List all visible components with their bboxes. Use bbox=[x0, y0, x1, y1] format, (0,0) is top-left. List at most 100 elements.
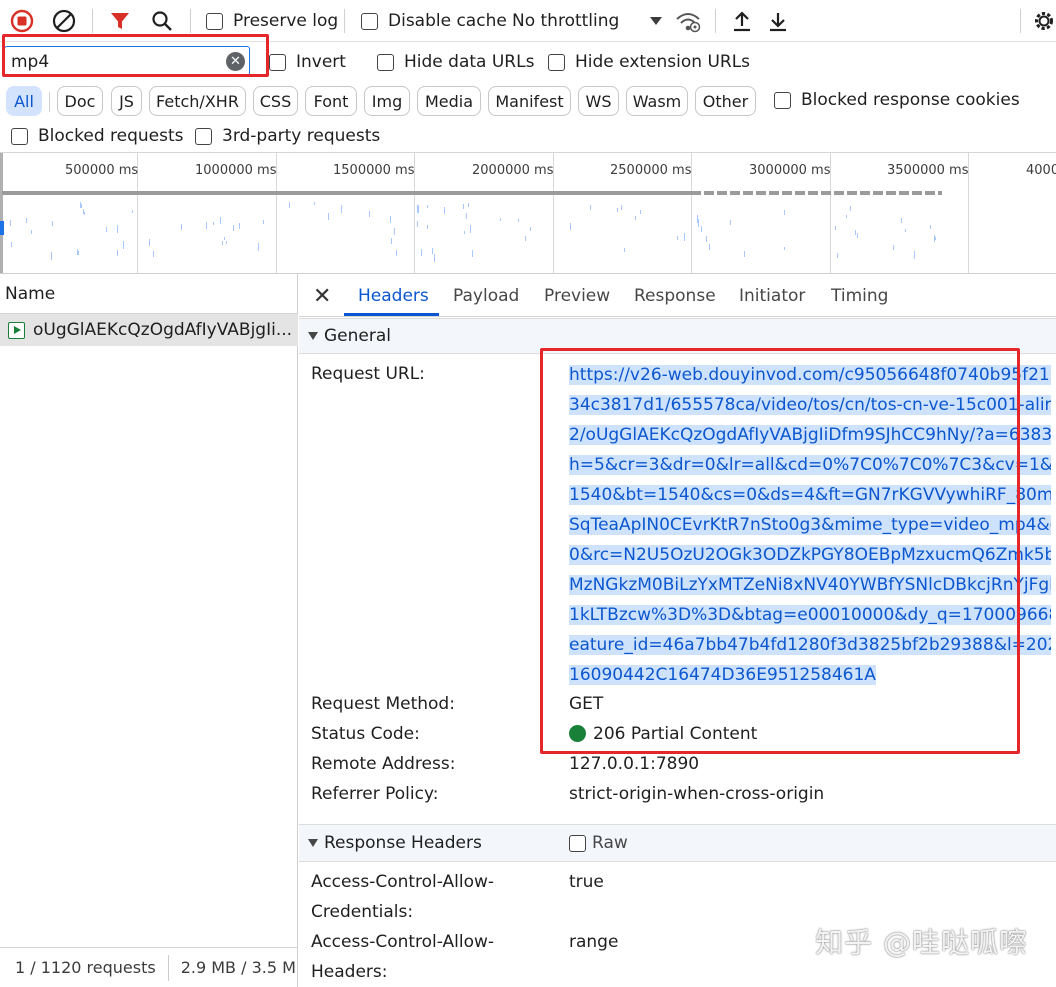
type-filter-doc[interactable]: Doc bbox=[57, 86, 103, 116]
throttling-select[interactable]: No throttling bbox=[512, 11, 663, 31]
timeline-activity-tick bbox=[846, 215, 847, 218]
type-filter-manifest[interactable]: Manifest bbox=[488, 86, 571, 116]
tab-headers[interactable]: Headers bbox=[358, 274, 429, 317]
checkbox-box[interactable] bbox=[206, 12, 223, 30]
timeline-activity-tick bbox=[421, 249, 422, 256]
tab-timing[interactable]: Timing bbox=[831, 274, 888, 317]
tab-response[interactable]: Response bbox=[634, 274, 716, 317]
timeline-start-handle[interactable] bbox=[0, 153, 3, 273]
raw-checkbox[interactable]: Raw bbox=[569, 833, 628, 853]
general-section-header[interactable]: General bbox=[299, 318, 1056, 354]
timeline-tick: 2000000 ms bbox=[472, 163, 554, 178]
checkbox-box[interactable] bbox=[195, 127, 212, 145]
timeline-overview[interactable]: 500000 ms 1000000 ms 1500000 ms 2000000 … bbox=[0, 153, 1056, 274]
timeline-activity-tick bbox=[466, 213, 467, 219]
url-line: 1kLTBzcw%3D%3D&btag=e00010000&dy_q=17000… bbox=[569, 600, 1051, 630]
watermark: 知乎 @哇哒呱嚓 bbox=[815, 926, 1028, 959]
timeline-activity-tick bbox=[222, 241, 223, 245]
filter-input[interactable]: mp4 ✕ bbox=[4, 46, 250, 76]
tab-initiator[interactable]: Initiator bbox=[739, 274, 805, 317]
timeline-activity-tick bbox=[837, 253, 838, 258]
general-title: General bbox=[324, 326, 391, 346]
request-url-value[interactable]: https://v26-web.douyinvod.com/c95056648f… bbox=[569, 360, 1051, 690]
remote-address-value: 127.0.0.1:7890 bbox=[569, 754, 700, 774]
timeline-activity-tick bbox=[590, 205, 591, 210]
remote-address-label: Remote Address: bbox=[311, 754, 456, 774]
referrer-policy-label: Referrer Policy: bbox=[311, 784, 439, 804]
preserve-log-checkbox[interactable]: Preserve log bbox=[206, 11, 338, 31]
checkbox-box[interactable] bbox=[11, 127, 28, 145]
request-row[interactable]: oUgGlAEKcQzOgdAfIyVABjgIi... bbox=[0, 314, 298, 346]
active-tab-indicator bbox=[344, 313, 439, 316]
details-tabs: ✕ Headers Payload Preview Response Initi… bbox=[299, 274, 1056, 317]
timeline-activity-tick bbox=[220, 217, 221, 224]
timeline-activity-tick bbox=[701, 226, 702, 232]
timeline-activity-tick bbox=[10, 220, 11, 226]
type-filter-js[interactable]: JS bbox=[111, 86, 142, 116]
toolbar-divider bbox=[344, 9, 345, 33]
blocked-requests-checkbox[interactable]: Blocked requests bbox=[11, 126, 184, 146]
timeline-activity-tick bbox=[698, 219, 699, 227]
name-column-header[interactable]: Name bbox=[0, 274, 298, 314]
transfer-size: 2.9 MB / 3.5 M bbox=[180, 958, 296, 977]
checkbox-box[interactable] bbox=[569, 834, 586, 852]
invert-checkbox[interactable]: Invert bbox=[269, 52, 346, 72]
checkbox-box[interactable] bbox=[774, 91, 791, 109]
url-line: 16090442C16474D36E951258461A bbox=[569, 665, 876, 685]
status-ok-icon bbox=[569, 725, 586, 742]
timeline-activity-tick bbox=[123, 241, 124, 249]
close-icon[interactable]: ✕ bbox=[313, 284, 331, 309]
timeline-activity-tick bbox=[427, 225, 428, 229]
timeline-activity-tick bbox=[468, 203, 469, 207]
gear-icon[interactable] bbox=[1032, 9, 1056, 33]
hide-extension-urls-checkbox[interactable]: Hide extension URLs bbox=[548, 52, 750, 72]
type-filter-font[interactable]: Font bbox=[305, 86, 357, 116]
timeline-activity-tick bbox=[464, 231, 465, 234]
type-filter-fetch-xhr[interactable]: Fetch/XHR bbox=[149, 86, 246, 116]
checkbox-box[interactable] bbox=[377, 53, 394, 71]
blocked-response-cookies-checkbox[interactable]: Blocked response cookies bbox=[774, 90, 1020, 110]
request-method-value: GET bbox=[569, 694, 604, 714]
import-har-icon[interactable] bbox=[730, 9, 754, 33]
timeline-activity-tick bbox=[417, 205, 418, 213]
timeline-activity-tick bbox=[784, 247, 785, 250]
disable-cache-checkbox[interactable]: Disable cache bbox=[361, 11, 507, 31]
tab-preview[interactable]: Preview bbox=[544, 274, 610, 317]
timeline-activity-tick bbox=[901, 218, 902, 223]
timeline-activity-tick bbox=[106, 227, 107, 232]
checkbox-box[interactable] bbox=[361, 12, 378, 30]
type-filter-img[interactable]: Img bbox=[364, 86, 410, 116]
export-har-icon[interactable] bbox=[766, 9, 790, 33]
type-filter-all[interactable]: All bbox=[6, 86, 42, 116]
type-filter-other[interactable]: Other bbox=[695, 86, 756, 116]
timeline-activity-tick bbox=[289, 202, 290, 208]
clear-icon[interactable] bbox=[52, 9, 76, 33]
tab-payload[interactable]: Payload bbox=[453, 274, 519, 317]
network-conditions-icon[interactable] bbox=[674, 9, 702, 33]
referrer-policy-value: strict-origin-when-cross-origin bbox=[569, 784, 825, 804]
type-filter-media[interactable]: Media bbox=[417, 86, 481, 116]
filter-input-value[interactable]: mp4 bbox=[11, 52, 49, 72]
type-filter-wasm[interactable]: Wasm bbox=[626, 86, 688, 116]
third-party-requests-checkbox[interactable]: 3rd-party requests bbox=[195, 126, 380, 146]
timeline-activity-tick bbox=[850, 206, 851, 211]
status-code-text: 206 Partial Content bbox=[593, 724, 758, 744]
clear-filter-icon[interactable]: ✕ bbox=[226, 52, 245, 71]
stop-recording-icon[interactable] bbox=[10, 9, 34, 33]
response-headers-section-header[interactable]: Response Headers bbox=[299, 824, 1056, 862]
filter-icon[interactable] bbox=[108, 9, 132, 33]
name-column-label: Name bbox=[5, 283, 56, 304]
status-divider bbox=[167, 954, 169, 981]
preserve-log-label: Preserve log bbox=[233, 11, 339, 31]
timeline-activity-tick bbox=[417, 221, 418, 227]
search-icon[interactable] bbox=[150, 9, 174, 33]
type-filter-ws[interactable]: WS bbox=[578, 86, 619, 116]
checkbox-box[interactable] bbox=[269, 53, 286, 71]
url-line: MzNGkzM0BiLzYxMTZeNi8xNV40YWBfYSNlcDBkcj… bbox=[569, 570, 1051, 600]
checkbox-box[interactable] bbox=[548, 53, 565, 71]
type-filter-css[interactable]: CSS bbox=[253, 86, 298, 116]
timeline-activity-tick bbox=[914, 251, 915, 259]
media-file-icon bbox=[8, 321, 25, 339]
timeline-activity-tick bbox=[328, 213, 329, 220]
hide-data-urls-checkbox[interactable]: Hide data URLs bbox=[377, 52, 534, 72]
